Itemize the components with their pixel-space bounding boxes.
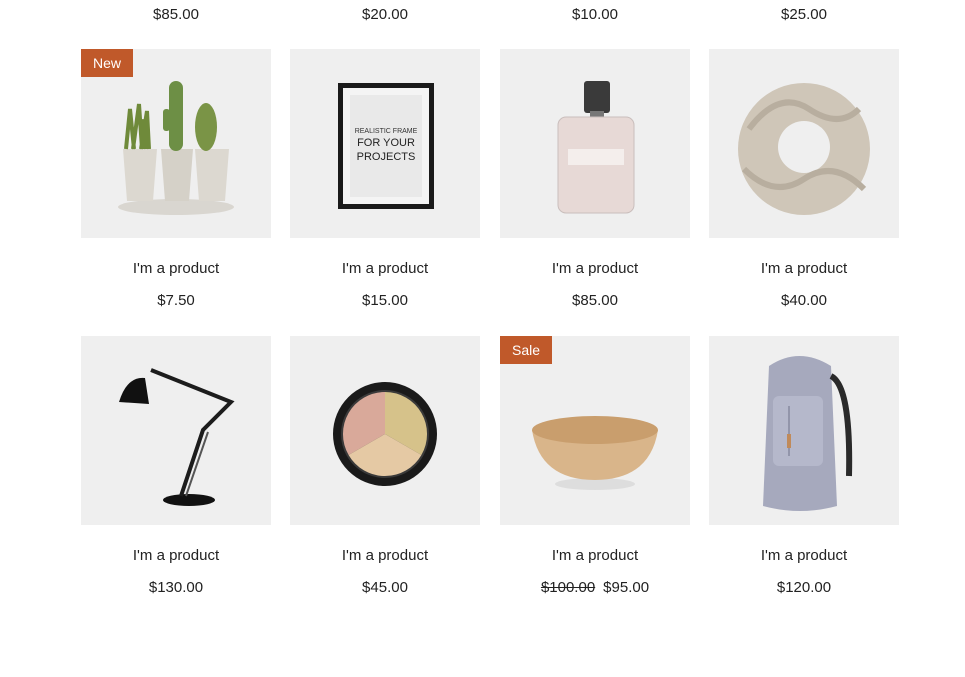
product-title[interactable]: I'm a product xyxy=(709,260,899,277)
desk-lamp-image xyxy=(119,368,235,506)
perfume-bottle-image xyxy=(557,81,635,214)
product-price: $20.00 xyxy=(362,6,408,23)
previous-row-prices: $85.00 $20.00 $10.00 $25.00 xyxy=(81,0,899,30)
product-price: $130.00 xyxy=(148,579,204,596)
product-image-cactus[interactable]: New xyxy=(81,49,271,238)
product-card[interactable]: Sale I'm a product $100.00 $95.00 xyxy=(500,336,690,596)
product-price: $100.00 $95.00 xyxy=(500,579,690,596)
product-title[interactable]: I'm a product xyxy=(709,547,899,564)
product-price: $120.00 xyxy=(776,579,832,596)
product-card[interactable]: I'm a product $85.00 xyxy=(500,49,690,309)
product-price: $25.00 xyxy=(781,6,827,23)
sale-badge: Sale xyxy=(500,336,553,364)
product-price: $85.00 xyxy=(572,292,618,309)
product-image-scarf[interactable] xyxy=(709,49,899,238)
product-image-bowl[interactable]: Sale xyxy=(500,336,690,525)
product-card[interactable]: REALISTIC FRAME FOR YOUR PROJECTS I'm a … xyxy=(290,49,480,309)
picture-frame-image: REALISTIC FRAME FOR YOUR PROJECTS xyxy=(338,83,434,209)
product-title[interactable]: I'm a product xyxy=(500,547,690,564)
product-card[interactable]: I'm a product $120.00 xyxy=(709,336,899,596)
backpack-image xyxy=(763,356,853,511)
product-image-backpack[interactable] xyxy=(709,336,899,525)
product-price: $7.50 xyxy=(157,292,195,309)
product-price: $40.00 xyxy=(781,292,827,309)
original-price: $100.00 xyxy=(540,579,596,596)
product-card[interactable]: I'm a product $40.00 xyxy=(709,49,899,309)
product-price: $15.00 xyxy=(362,292,408,309)
sale-price: $95.00 xyxy=(603,579,650,596)
product-card[interactable]: I'm a product $45.00 xyxy=(290,336,480,596)
product-image-lamp[interactable] xyxy=(81,336,271,525)
frame-text: FOR YOUR xyxy=(357,137,415,149)
product-title[interactable]: I'm a product xyxy=(81,260,271,277)
product-image-frame[interactable]: REALISTIC FRAME FOR YOUR PROJECTS xyxy=(290,49,480,238)
product-title[interactable]: I'm a product xyxy=(500,260,690,277)
makeup-palette-image xyxy=(333,382,437,486)
product-image-perfume[interactable] xyxy=(500,49,690,238)
product-title[interactable]: I'm a product xyxy=(290,260,480,277)
product-title[interactable]: I'm a product xyxy=(290,547,480,564)
cactus-image xyxy=(118,81,234,215)
product-title[interactable]: I'm a product xyxy=(81,547,271,564)
product-card[interactable]: New I'm a product $7.50 xyxy=(81,49,271,309)
frame-text: PROJECTS xyxy=(357,151,416,163)
product-card[interactable]: I'm a product $130.00 xyxy=(81,336,271,596)
product-price: $85.00 xyxy=(153,6,199,23)
new-badge: New xyxy=(81,49,134,77)
knit-scarf-image xyxy=(738,83,870,215)
product-price: $45.00 xyxy=(362,579,408,596)
frame-text: REALISTIC FRAME xyxy=(355,128,418,135)
product-image-palette[interactable] xyxy=(290,336,480,525)
wooden-bowl-image xyxy=(532,416,658,490)
product-price: $10.00 xyxy=(572,6,618,23)
